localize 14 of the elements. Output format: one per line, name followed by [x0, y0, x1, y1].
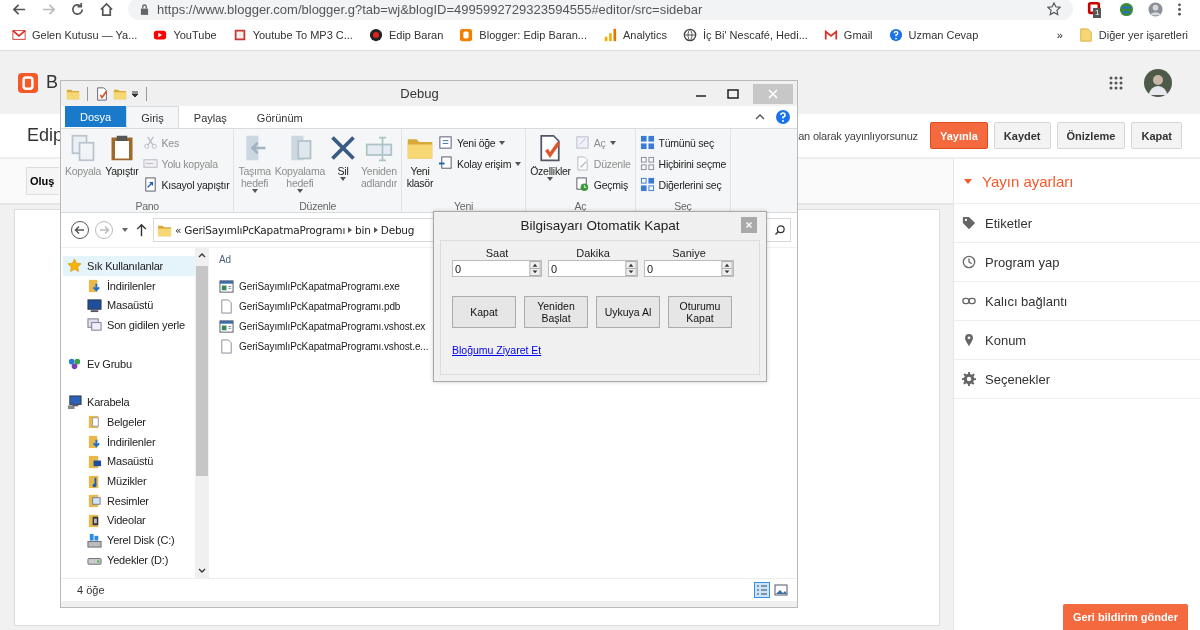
group-label: Yeni — [453, 200, 475, 212]
group-label: Aç — [573, 200, 588, 212]
publish-note: an olarak yayınlıyorsunuz — [798, 129, 918, 142]
dialog-title: Bilgisayarı Otomatik Kapat — [520, 217, 680, 233]
group-label: Düzenle — [298, 200, 338, 212]
window-title: Debug — [399, 86, 440, 101]
item-count: 4 öğe — [77, 584, 105, 596]
app-title: B — [46, 72, 58, 93]
field-label: Saat — [485, 246, 509, 260]
notification-badge: 1 — [1093, 8, 1102, 18]
field-label: Saniye — [672, 246, 706, 260]
field-label: Dakika — [576, 246, 610, 260]
group-label: Pano — [134, 200, 160, 212]
group-label: Seç — [673, 200, 693, 212]
